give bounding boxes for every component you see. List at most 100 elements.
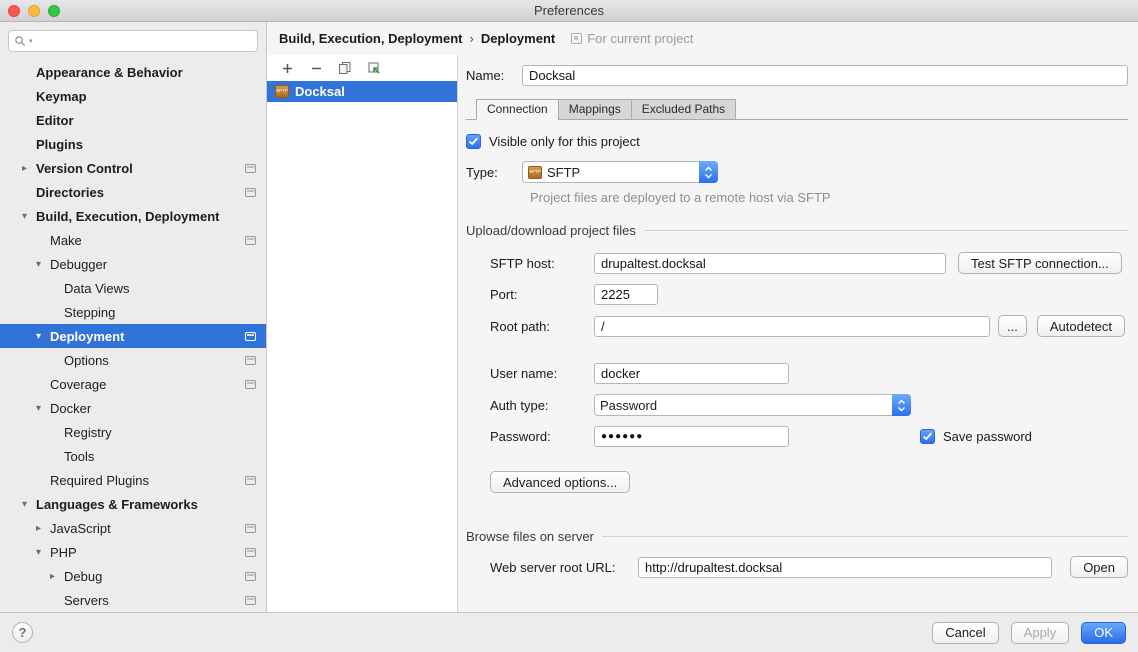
sidebar-item-debugger[interactable]: ▾Debugger xyxy=(0,252,266,276)
tab-connection[interactable]: Connection xyxy=(476,99,559,120)
sidebar-item-label: Appearance & Behavior xyxy=(36,65,183,80)
ok-button[interactable]: OK xyxy=(1081,622,1126,644)
breadcrumb-segment[interactable]: Build, Execution, Deployment xyxy=(279,31,462,46)
sftp-host-label: SFTP host: xyxy=(490,256,594,271)
sidebar-item-make[interactable]: Make xyxy=(0,228,266,252)
auth-type-select[interactable]: Password xyxy=(594,394,911,416)
sftp-host-input[interactable] xyxy=(594,253,946,274)
check-icon xyxy=(922,432,933,441)
chevron-down-icon[interactable]: ▾ xyxy=(36,403,50,414)
remove-server-button[interactable] xyxy=(308,60,324,76)
settings-search[interactable]: ▾ xyxy=(8,30,258,52)
sidebar-item-javascript[interactable]: ▸JavaScript xyxy=(0,516,266,540)
chevron-down-icon[interactable]: ▾ xyxy=(36,259,50,270)
sidebar-item-appearance-behavior[interactable]: Appearance & Behavior xyxy=(0,60,266,84)
sidebar-item-directories[interactable]: Directories xyxy=(0,180,266,204)
test-sftp-connection-button[interactable]: Test SFTP connection... xyxy=(958,252,1122,274)
root-path-label: Root path: xyxy=(490,319,594,334)
chevron-down-icon[interactable]: ▾ xyxy=(22,211,36,222)
current-project-icon xyxy=(245,236,256,245)
sidebar-item-label: Required Plugins xyxy=(50,473,149,488)
type-select[interactable]: SFTP SFTP xyxy=(522,161,718,183)
current-project-icon xyxy=(245,476,256,485)
user-name-input[interactable] xyxy=(594,363,789,384)
current-project-icon xyxy=(245,188,256,197)
add-server-button[interactable] xyxy=(279,60,295,76)
web-server-root-url-input[interactable] xyxy=(638,557,1052,578)
port-input[interactable] xyxy=(594,284,658,305)
open-url-button[interactable]: Open xyxy=(1070,556,1128,578)
chevron-right-icon[interactable]: ▸ xyxy=(36,523,50,534)
tab-mappings[interactable]: Mappings xyxy=(558,99,632,120)
current-project-icon xyxy=(245,332,256,341)
chevron-right-icon[interactable]: ▸ xyxy=(22,163,36,174)
sidebar-item-docker[interactable]: ▾Docker xyxy=(0,396,266,420)
chevron-down-icon[interactable]: ▾ xyxy=(36,547,50,558)
sidebar-item-editor[interactable]: Editor xyxy=(0,108,266,132)
sidebar-item-label: JavaScript xyxy=(50,521,111,536)
sidebar-item-label: Keymap xyxy=(36,89,87,104)
current-project-icon xyxy=(571,33,582,44)
settings-header: Build, Execution, Deployment›Deployment … xyxy=(267,22,1138,55)
visible-only-label: Visible only for this project xyxy=(489,134,640,149)
server-list-item[interactable]: SFTPDocksal xyxy=(267,81,457,102)
check-icon xyxy=(468,137,479,146)
save-password-checkbox[interactable] xyxy=(920,429,935,444)
connection-tab-content: Visible only for this project Type: SFTP… xyxy=(466,120,1128,578)
sidebar-item-tools[interactable]: Tools xyxy=(0,444,266,468)
root-path-input[interactable] xyxy=(594,316,990,337)
autodetect-button[interactable]: Autodetect xyxy=(1037,315,1125,337)
sidebar-item-deployment[interactable]: ▾Deployment xyxy=(0,324,266,348)
sidebar-item-build-execution-deployment[interactable]: ▾Build, Execution, Deployment xyxy=(0,204,266,228)
close-button[interactable] xyxy=(8,5,20,17)
search-input[interactable] xyxy=(35,34,252,49)
sidebar-item-keymap[interactable]: Keymap xyxy=(0,84,266,108)
chevron-right-icon[interactable]: ▸ xyxy=(50,571,64,582)
current-project-icon xyxy=(245,380,256,389)
sidebar-item-label: Editor xyxy=(36,113,74,128)
copy-server-button[interactable] xyxy=(337,60,353,76)
zoom-button[interactable] xyxy=(48,5,60,17)
sidebar-item-version-control[interactable]: ▸Version Control xyxy=(0,156,266,180)
minimize-button[interactable] xyxy=(28,5,40,17)
combo-arrows-icon xyxy=(699,161,718,183)
cancel-button[interactable]: Cancel xyxy=(932,622,998,644)
chevron-down-icon[interactable]: ▾ xyxy=(22,499,36,510)
help-button[interactable]: ? xyxy=(12,622,33,643)
sidebar-item-label: Languages & Frameworks xyxy=(36,497,198,512)
chevron-down-icon[interactable]: ▾ xyxy=(36,331,50,342)
search-icon xyxy=(14,35,27,48)
type-help-text: Project files are deployed to a remote h… xyxy=(530,190,1128,205)
sidebar-item-label: Servers xyxy=(64,593,109,608)
user-name-label: User name: xyxy=(490,366,594,381)
sidebar-item-options[interactable]: Options xyxy=(0,348,266,372)
sidebar-item-label: Plugins xyxy=(36,137,83,152)
dialog-footer: ? Cancel Apply OK xyxy=(0,612,1138,652)
sidebar-item-registry[interactable]: Registry xyxy=(0,420,266,444)
server-list-panel: SFTPDocksal xyxy=(267,55,458,612)
combo-arrows-icon xyxy=(892,394,911,416)
upload-section-header: Upload/download project files xyxy=(466,223,1128,238)
advanced-options-button[interactable]: Advanced options... xyxy=(490,471,630,493)
name-input[interactable] xyxy=(522,65,1128,86)
sidebar-item-php[interactable]: ▾PHP xyxy=(0,540,266,564)
sftp-server-icon: SFTP xyxy=(528,166,542,179)
tab-excluded-paths[interactable]: Excluded Paths xyxy=(631,99,736,120)
sidebar-item-data-views[interactable]: Data Views xyxy=(0,276,266,300)
paste-server-button[interactable] xyxy=(366,60,382,76)
sidebar-item-coverage[interactable]: Coverage xyxy=(0,372,266,396)
sidebar-item-label: Data Views xyxy=(64,281,130,296)
breadcrumb-segment[interactable]: Deployment xyxy=(481,31,555,46)
sidebar-item-servers[interactable]: Servers xyxy=(0,588,266,612)
sidebar-item-label: Debugger xyxy=(50,257,107,272)
password-input[interactable] xyxy=(594,426,789,447)
sidebar-item-stepping[interactable]: Stepping xyxy=(0,300,266,324)
sidebar-item-plugins[interactable]: Plugins xyxy=(0,132,266,156)
sidebar-item-debug[interactable]: ▸Debug xyxy=(0,564,266,588)
sidebar-item-languages-frameworks[interactable]: ▾Languages & Frameworks xyxy=(0,492,266,516)
breadcrumb: Build, Execution, Deployment›Deployment xyxy=(279,31,555,46)
browse-root-path-button[interactable]: ... xyxy=(998,315,1027,337)
sidebar-item-label: Build, Execution, Deployment xyxy=(36,209,219,224)
sidebar-item-required-plugins[interactable]: Required Plugins xyxy=(0,468,266,492)
visible-only-checkbox[interactable] xyxy=(466,134,481,149)
